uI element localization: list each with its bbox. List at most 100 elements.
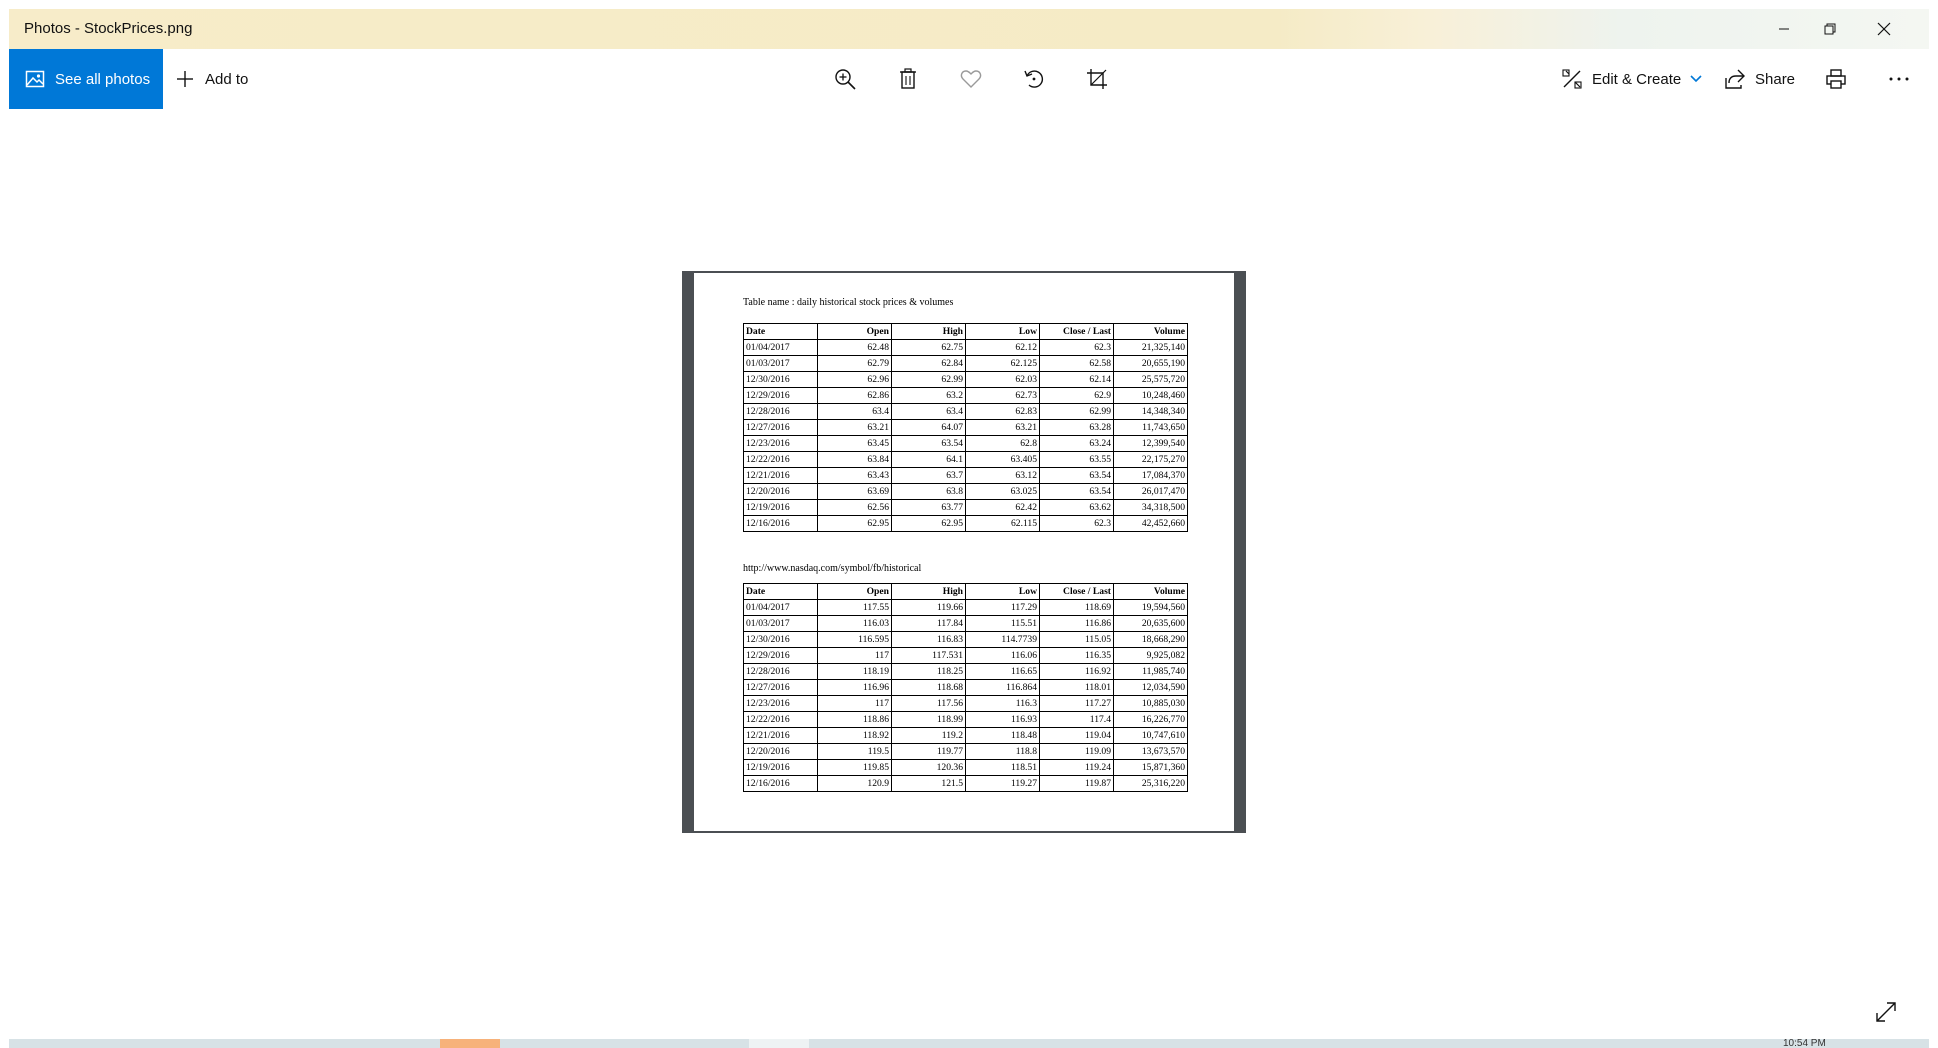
table-row: 12/28/2016 118.19 118.25 116.65 116.92 11,985…: [743, 663, 1188, 680]
full-screen-button[interactable]: [1871, 997, 1901, 1027]
toolbar: See all photos Add to Edit & Create Shar…: [9, 49, 1929, 109]
rotate-button[interactable]: [1011, 49, 1057, 109]
edit-create-button[interactable]: Edit & Create: [1561, 49, 1702, 109]
taskbar-app[interactable]: [749, 1039, 809, 1048]
table-cell: 63.28: [1039, 419, 1114, 436]
expand-icon: [1874, 1000, 1898, 1024]
table-cell: 120.9: [817, 775, 892, 792]
table-row: 12/27/2016 63.21 64.07 63.21 63.28 11,743,650: [743, 419, 1188, 436]
minimize-icon: [1779, 28, 1789, 30]
column-header: Open: [817, 583, 892, 600]
table-cell: 116.864: [965, 679, 1040, 696]
table-cell: 63.405: [965, 451, 1040, 468]
more-options-button[interactable]: [1876, 49, 1922, 109]
table-cell: 63.55: [1039, 451, 1114, 468]
table-cell: 63.24: [1039, 435, 1114, 452]
table-row: 12/22/2016 118.86 118.99 116.93 117.4 16,226,…: [743, 711, 1188, 728]
table-row: 01/04/2017 117.55 119.66 117.29 118.69 19,594…: [743, 599, 1188, 616]
source-url: http://www.nasdaq.com/symbol/fb/historic…: [743, 563, 922, 574]
table-cell: 119.04: [1039, 727, 1114, 744]
table-cell: 118.69: [1039, 599, 1114, 616]
table-cell: 12/19/2016: [743, 759, 818, 776]
table-cell: 117.84: [891, 615, 966, 632]
stock-table-1: Date Open High Low Close / Last Volume 01/04/…: [743, 323, 1188, 532]
table-cell: 11,985,740: [1113, 663, 1188, 680]
table-cell: 12/28/2016: [743, 663, 818, 680]
delete-button[interactable]: [885, 49, 931, 109]
restore-button[interactable]: [1807, 9, 1853, 49]
table-cell: 21,325,140: [1113, 339, 1188, 356]
table-cell: 12/23/2016: [743, 435, 818, 452]
table-cell: 11,743,650: [1113, 419, 1188, 436]
close-button[interactable]: [1861, 9, 1907, 49]
table-cell: 63.4: [817, 403, 892, 420]
table-cell: 62.56: [817, 499, 892, 516]
column-header: High: [891, 323, 966, 340]
table-cell: 116.3: [965, 695, 1040, 712]
table-cell: 117.29: [965, 599, 1040, 616]
document-page: Table name : daily historical stock pric…: [694, 273, 1234, 831]
column-header: High: [891, 583, 966, 600]
table-cell: 17,084,370: [1113, 467, 1188, 484]
taskbar-active-app[interactable]: [440, 1039, 500, 1048]
table-cell: 116.06: [965, 647, 1040, 664]
table-cell: 22,175,270: [1113, 451, 1188, 468]
table-cell: 42,452,660: [1113, 515, 1188, 532]
share-button[interactable]: Share: [1724, 49, 1795, 109]
table-cell: 117: [817, 695, 892, 712]
table-cell: 116.83: [891, 631, 966, 648]
column-header: Date: [743, 583, 818, 600]
table-cell: 116.92: [1039, 663, 1114, 680]
table-cell: 12/30/2016: [743, 631, 818, 648]
table-cell: 9,925,082: [1113, 647, 1188, 664]
table-cell: 01/03/2017: [743, 615, 818, 632]
table-cell: 16,226,770: [1113, 711, 1188, 728]
table-cell: 116.65: [965, 663, 1040, 680]
table-cell: 121.5: [891, 775, 966, 792]
minimize-button[interactable]: [1761, 9, 1807, 49]
table-cell: 62.12: [965, 339, 1040, 356]
table-cell: 25,575,720: [1113, 371, 1188, 388]
table-cell: 63.54: [1039, 483, 1114, 500]
table-cell: 64.07: [891, 419, 966, 436]
table-cell: 62.95: [891, 515, 966, 532]
more-icon: [1888, 76, 1910, 82]
table-cell: 01/04/2017: [743, 599, 818, 616]
favorite-button[interactable]: [948, 49, 994, 109]
table-cell: 117.531: [891, 647, 966, 664]
table-cell: 62.84: [891, 355, 966, 372]
title-bar[interactable]: Photos - StockPrices.png: [9, 9, 1929, 49]
table-cell: 117.27: [1039, 695, 1114, 712]
table-cell: 12/22/2016: [743, 711, 818, 728]
table-cell: 63.84: [817, 451, 892, 468]
table-cell: 12/16/2016: [743, 775, 818, 792]
table-cell: 64.1: [891, 451, 966, 468]
table-cell: 62.42: [965, 499, 1040, 516]
print-button[interactable]: [1813, 49, 1859, 109]
zoom-button[interactable]: [822, 49, 868, 109]
see-all-photos-button[interactable]: See all photos: [9, 49, 163, 109]
table-cell: 10,747,610: [1113, 727, 1188, 744]
table-row: 12/16/2016 62.95 62.95 62.115 62.3 42,452,660: [743, 515, 1188, 532]
table-cell: 118.25: [891, 663, 966, 680]
table-cell: 62.86: [817, 387, 892, 404]
table-row: 12/28/2016 63.4 63.4 62.83 62.99 14,348,340: [743, 403, 1188, 420]
taskbar-clock[interactable]: 10:54 PM: [1783, 1039, 1826, 1048]
table-cell: 119.5: [817, 743, 892, 760]
table-cell: 18,668,290: [1113, 631, 1188, 648]
column-header: Close / Last: [1039, 583, 1114, 600]
stock-table-2: Date Open High Low Close / Last Volume 01/04/…: [743, 583, 1188, 792]
table-row: 01/04/2017 62.48 62.75 62.12 62.3 21,325,140: [743, 339, 1188, 356]
table-cell: 118.8: [965, 743, 1040, 760]
rotate-icon: [1023, 68, 1045, 90]
table-cell: 26,017,470: [1113, 483, 1188, 500]
image-viewer[interactable]: Table name : daily historical stock pric…: [682, 271, 1246, 833]
column-header: Volume: [1113, 323, 1188, 340]
table-cell: 12/27/2016: [743, 679, 818, 696]
table-cell: 63.2: [891, 387, 966, 404]
table-cell: 119.27: [965, 775, 1040, 792]
column-header: Low: [965, 323, 1040, 340]
crop-button[interactable]: [1074, 49, 1120, 109]
add-to-button[interactable]: Add to: [175, 49, 248, 109]
print-icon: [1825, 68, 1847, 90]
